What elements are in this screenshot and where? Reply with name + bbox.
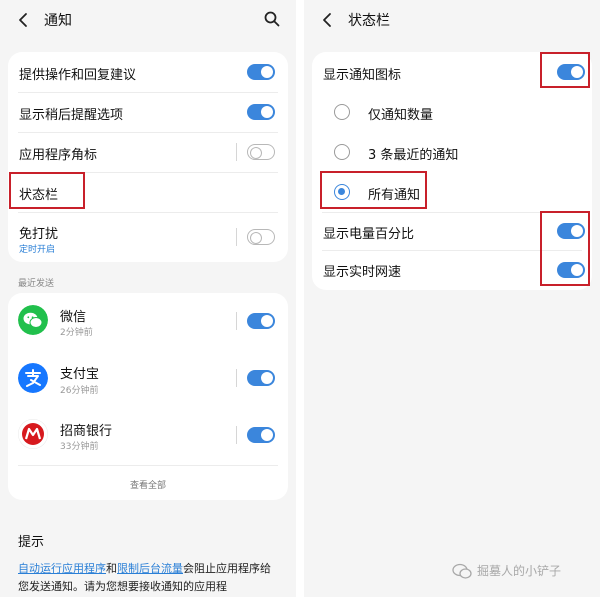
- watermark: 掘墓人的小铲子: [452, 562, 561, 579]
- app-row-cmb[interactable]: 招商银行 33分钟前: [8, 407, 288, 465]
- app-time: 33分钟前: [60, 442, 99, 452]
- setting-row-snooze[interactable]: 显示稍后提醒选项: [8, 92, 288, 132]
- separator: [236, 369, 237, 387]
- snooze-toggle[interactable]: [247, 104, 275, 120]
- wechat-icon: [18, 305, 48, 335]
- setting-row-reply-suggestions[interactable]: 提供操作和回复建议: [8, 52, 288, 92]
- auto-run-apps-link[interactable]: 自动运行应用程序: [18, 562, 106, 575]
- setting-row-app-badges[interactable]: 应用程序角标: [8, 132, 288, 172]
- separator: [236, 143, 237, 161]
- app-name: 招商银行: [60, 424, 113, 439]
- app-bar: 状态栏: [304, 0, 600, 40]
- tips-title: 提示: [18, 535, 45, 550]
- cmb-toggle[interactable]: [247, 427, 275, 443]
- app-row-alipay[interactable]: 支付宝 26分钟前: [8, 349, 288, 407]
- separator: [236, 426, 237, 444]
- app-badges-toggle[interactable]: [247, 144, 275, 160]
- app-time: 26分钟前: [60, 386, 99, 396]
- setting-sublabel: 定时开启: [19, 245, 56, 255]
- setting-label: 应用程序角标: [19, 148, 98, 163]
- page-title: 状态栏: [348, 13, 390, 29]
- section-header: 最近发送: [18, 279, 55, 289]
- tips-text: 自动运行应用程序和限制后台流量会阻止应用程序给您发送通知。请为您想要接收通知的应…: [18, 560, 280, 596]
- recent-apps-card: 微信 2分钟前 支付宝 26分钟前 招商银行 33分钟前 查看全部: [8, 293, 288, 500]
- setting-label: 显示实时网速: [323, 265, 402, 280]
- wechat-watermark-icon: [452, 563, 472, 579]
- notifications-screen: 通知 提供操作和回复建议 显示稍后提醒选项 应用程序角标 状态栏 免打扰 定时开…: [0, 0, 296, 597]
- setting-label: 提供操作和回复建议: [19, 68, 137, 83]
- reply-suggestions-toggle[interactable]: [247, 64, 275, 80]
- icons-toggle-highlight-box: [540, 52, 590, 88]
- app-bar: 通知: [0, 0, 296, 40]
- alipay-icon: [18, 363, 48, 393]
- page-title: 通知: [44, 13, 72, 29]
- radio-button[interactable]: [334, 104, 350, 120]
- do-not-disturb-toggle[interactable]: [247, 229, 275, 245]
- app-name: 微信: [60, 310, 87, 325]
- setting-label: 免打扰: [19, 227, 59, 242]
- status-bar-screen: 状态栏 显示通知图标 仅通知数量 3 条最近的通知 所有通知 显示电量百分比 显…: [304, 0, 600, 597]
- alipay-toggle[interactable]: [247, 370, 275, 386]
- toggles-highlight-box: [540, 211, 590, 286]
- view-all-link[interactable]: 查看全部: [8, 478, 288, 491]
- app-row-wechat[interactable]: 微信 2分钟前: [8, 293, 288, 349]
- app-time: 2分钟前: [60, 328, 93, 338]
- radio-option-recent-three[interactable]: 3 条最近的通知: [312, 132, 592, 172]
- notification-settings-card: 提供操作和回复建议 显示稍后提醒选项 应用程序角标 状态栏 免打扰 定时开启: [8, 52, 288, 262]
- status-bar-highlight-box: [9, 172, 85, 209]
- radio-option-count-only[interactable]: 仅通知数量: [312, 92, 592, 132]
- back-arrow-icon[interactable]: [320, 11, 336, 29]
- wechat-toggle[interactable]: [247, 313, 275, 329]
- setting-label: 显示电量百分比: [323, 227, 415, 242]
- radio-label: 3 条最近的通知: [368, 148, 459, 163]
- radio-button[interactable]: [334, 144, 350, 160]
- separator: [236, 312, 237, 330]
- search-icon[interactable]: [264, 11, 280, 27]
- cmb-icon: [18, 419, 48, 449]
- radio-label: 仅通知数量: [368, 108, 434, 123]
- divider: [18, 465, 278, 466]
- watermark-text: 掘墓人的小铲子: [477, 564, 562, 578]
- restrict-background-data-link[interactable]: 限制后台流量: [117, 562, 183, 575]
- setting-label: 显示稍后提醒选项: [19, 108, 124, 123]
- app-name: 支付宝: [60, 367, 100, 382]
- separator: [236, 228, 237, 246]
- tips-conjunction: 和: [106, 562, 117, 575]
- setting-label: 显示通知图标: [323, 68, 402, 83]
- setting-row-do-not-disturb[interactable]: 免打扰 定时开启: [8, 212, 288, 262]
- back-arrow-icon[interactable]: [16, 11, 32, 29]
- all-notifications-highlight-box: [320, 171, 427, 209]
